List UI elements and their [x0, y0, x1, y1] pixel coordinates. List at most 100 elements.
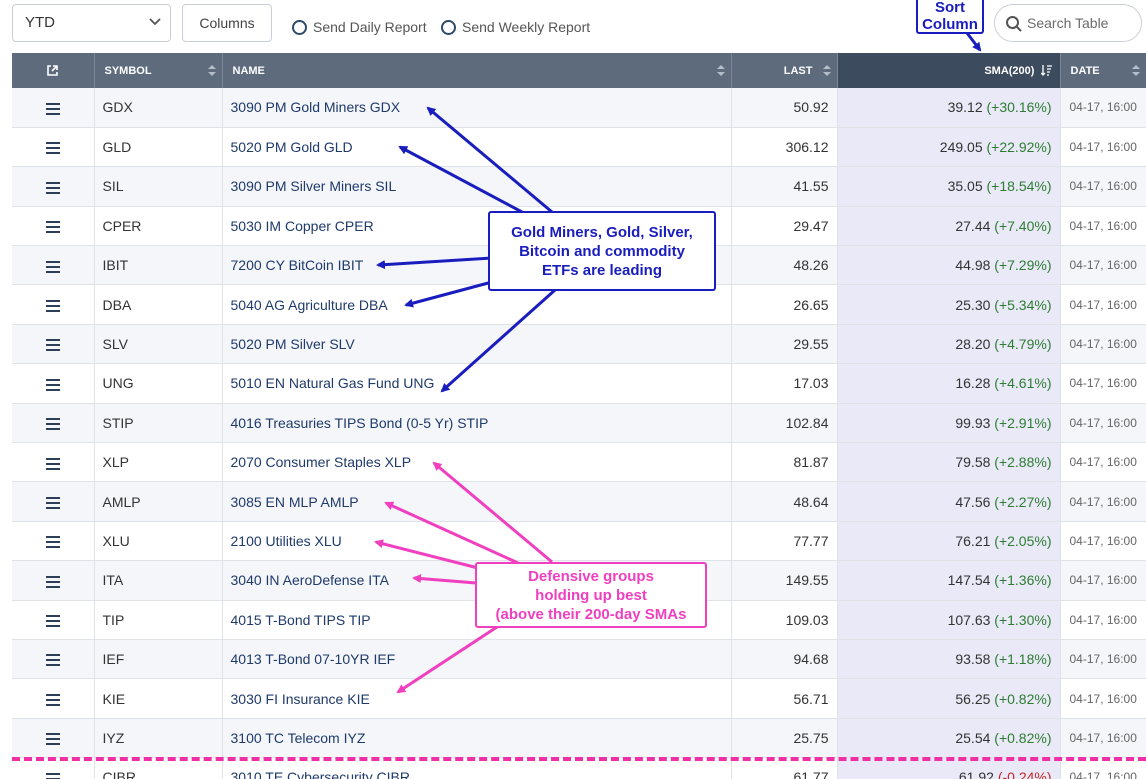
sma-pct-change: (+5.34%): [994, 296, 1052, 313]
name-link[interactable]: 5020 PM Gold GLD: [222, 127, 732, 168]
column-header-sma[interactable]: SMA(200): [837, 53, 1061, 88]
row-menu-cell[interactable]: [12, 481, 95, 522]
period-select[interactable]: YTD: [12, 4, 171, 42]
column-header-last-label: LAST: [783, 64, 813, 77]
send-daily-report-radio[interactable]: Send Daily Report: [292, 17, 427, 37]
table-row[interactable]: IYZ 3100 TC Telecom IYZ 25.75 25.54 (+0.82%…: [12, 718, 1146, 759]
name-link[interactable]: 3090 PM Gold Miners GDX: [222, 88, 732, 128]
name-link[interactable]: 4016 Treasuries TIPS Bond (0-5 Yr) STIP: [222, 403, 732, 444]
column-header-name[interactable]: NAME: [222, 53, 732, 88]
sma-cell: 39.12 (+30.16%): [837, 88, 1061, 128]
table-row[interactable]: GLD 5020 PM Gold GLD 306.12 249.05 (+22.92%…: [12, 127, 1146, 168]
symbol-cell: AMLP: [94, 481, 223, 522]
menu-icon[interactable]: [45, 299, 60, 312]
row-menu-cell[interactable]: [12, 324, 95, 365]
column-header-symbol[interactable]: SYMBOL: [94, 53, 223, 88]
row-menu-cell[interactable]: [12, 718, 95, 759]
column-header-last[interactable]: LAST: [731, 53, 838, 88]
last-cell: 48.26: [731, 245, 838, 286]
last-cell: 41.55: [731, 166, 838, 207]
menu-icon[interactable]: [45, 339, 60, 352]
name-link[interactable]: 2100 Utilities XLU: [222, 521, 732, 562]
date-cell: 04-17, 16:00: [1060, 88, 1146, 128]
name-link[interactable]: 2070 Consumer Staples XLP: [222, 442, 732, 483]
menu-icon[interactable]: [45, 260, 60, 273]
period-select-value: YTD: [25, 14, 55, 31]
menu-icon[interactable]: [45, 181, 60, 194]
row-menu-cell[interactable]: [12, 639, 95, 680]
sma-value: 56.25: [955, 690, 991, 707]
last-cell: 29.55: [731, 324, 838, 365]
name-link[interactable]: 3030 FI Insurance KIE: [222, 678, 732, 719]
name-link[interactable]: 3090 PM Silver Miners SIL: [222, 166, 732, 207]
row-menu-cell[interactable]: [12, 284, 95, 325]
date-cell: 04-17, 16:00: [1060, 324, 1146, 365]
row-menu-cell[interactable]: [12, 166, 95, 207]
columns-button[interactable]: Columns: [182, 4, 272, 42]
menu-icon[interactable]: [45, 378, 60, 391]
table-row[interactable]: STIP 4016 Treasuries TIPS Bond (0-5 Yr) S…: [12, 403, 1146, 444]
menu-icon[interactable]: [45, 142, 60, 155]
name-link[interactable]: 5020 PM Silver SLV: [222, 324, 732, 365]
search-box[interactable]: [994, 4, 1142, 42]
menu-icon[interactable]: [45, 654, 60, 667]
menu-icon[interactable]: [45, 536, 60, 549]
table-row[interactable]: XLU 2100 Utilities XLU 77.77 76.21 (+2.05%)…: [12, 521, 1146, 562]
menu-icon[interactable]: [45, 772, 60, 779]
table-row[interactable]: UNG 5010 EN Natural Gas Fund UNG 17.03 16.2…: [12, 363, 1146, 404]
date-cell: 04-17, 16:00: [1060, 521, 1146, 562]
menu-icon[interactable]: [45, 496, 60, 509]
row-menu-cell[interactable]: [12, 442, 95, 483]
menu-icon[interactable]: [45, 102, 60, 115]
row-menu-cell[interactable]: [12, 206, 95, 247]
menu-icon[interactable]: [45, 575, 60, 588]
sort-column-callout-line: Column: [922, 16, 978, 33]
sma-cell: 25.54 (+0.82%): [837, 718, 1061, 759]
table-row[interactable]: SIL 3090 PM Silver Miners SIL 41.55 35.05 (…: [12, 166, 1146, 207]
table-row[interactable]: SLV 5020 PM Silver SLV 29.55 28.20 (+4.79%)…: [12, 324, 1146, 365]
search-input[interactable]: [1027, 13, 1137, 33]
column-header-name-label: NAME: [232, 64, 265, 77]
row-menu-cell[interactable]: [12, 521, 95, 562]
menu-icon[interactable]: [45, 221, 60, 234]
sma-cell: 35.05 (+18.54%): [837, 166, 1061, 207]
table-row[interactable]: IEF 4013 T-Bond 07-10YR IEF 94.68 93.58 (+1…: [12, 639, 1146, 680]
name-link[interactable]: 3085 EN MLP AMLP: [222, 481, 732, 522]
table-body: GDX 3090 PM Gold Miners GDX 50.92 39.12 (+3…: [12, 88, 1146, 779]
column-header-expand[interactable]: [12, 53, 95, 88]
row-menu-cell[interactable]: [12, 363, 95, 404]
table-row[interactable]: XLP 2070 Consumer Staples XLP 81.87 79.58 (…: [12, 442, 1146, 483]
sma-cell: 147.54 (+1.36%): [837, 560, 1061, 601]
symbol-cell: GDX: [94, 88, 223, 128]
row-menu-cell[interactable]: [12, 560, 95, 601]
row-menu-cell[interactable]: [12, 678, 95, 719]
table-row[interactable]: AMLP 3085 EN MLP AMLP 48.64 47.56 (+2.27%) 0…: [12, 481, 1146, 522]
row-menu-cell[interactable]: [12, 88, 95, 128]
last-cell: 109.03: [731, 600, 838, 640]
row-menu-cell[interactable]: [12, 245, 95, 286]
menu-icon[interactable]: [45, 418, 60, 431]
menu-icon[interactable]: [45, 733, 60, 746]
row-menu-cell[interactable]: [12, 403, 95, 444]
menu-icon[interactable]: [45, 615, 60, 628]
last-cell: 25.75: [731, 718, 838, 759]
send-weekly-report-radio[interactable]: Send Weekly Report: [441, 17, 590, 37]
menu-icon[interactable]: [45, 457, 60, 470]
table-row[interactable]: GDX 3090 PM Gold Miners GDX 50.92 39.12 (+3…: [12, 88, 1146, 128]
symbol-cell: UNG: [94, 363, 223, 404]
name-link[interactable]: 4013 T-Bond 07-10YR IEF: [222, 639, 732, 680]
sma-value: 61.92: [958, 769, 994, 779]
row-menu-cell[interactable]: [12, 600, 95, 640]
sort-icon: [207, 65, 216, 76]
name-link[interactable]: 3100 TC Telecom IYZ: [222, 718, 732, 759]
sma-cell: 76.21 (+2.05%): [837, 521, 1061, 562]
menu-icon[interactable]: [45, 693, 60, 706]
sma-pct-change: (+4.61%): [994, 375, 1052, 392]
sma-cell: 79.58 (+2.88%): [837, 442, 1061, 483]
sma-cell: 28.20 (+4.79%): [837, 324, 1061, 365]
row-menu-cell[interactable]: [12, 127, 95, 168]
name-link[interactable]: 5010 EN Natural Gas Fund UNG: [222, 363, 732, 404]
table-row[interactable]: KIE 3030 FI Insurance KIE 56.71 56.25 (+0.8…: [12, 678, 1146, 719]
column-header-date[interactable]: DATE: [1060, 53, 1146, 88]
send-daily-report-label: Send Daily Report: [313, 19, 427, 35]
